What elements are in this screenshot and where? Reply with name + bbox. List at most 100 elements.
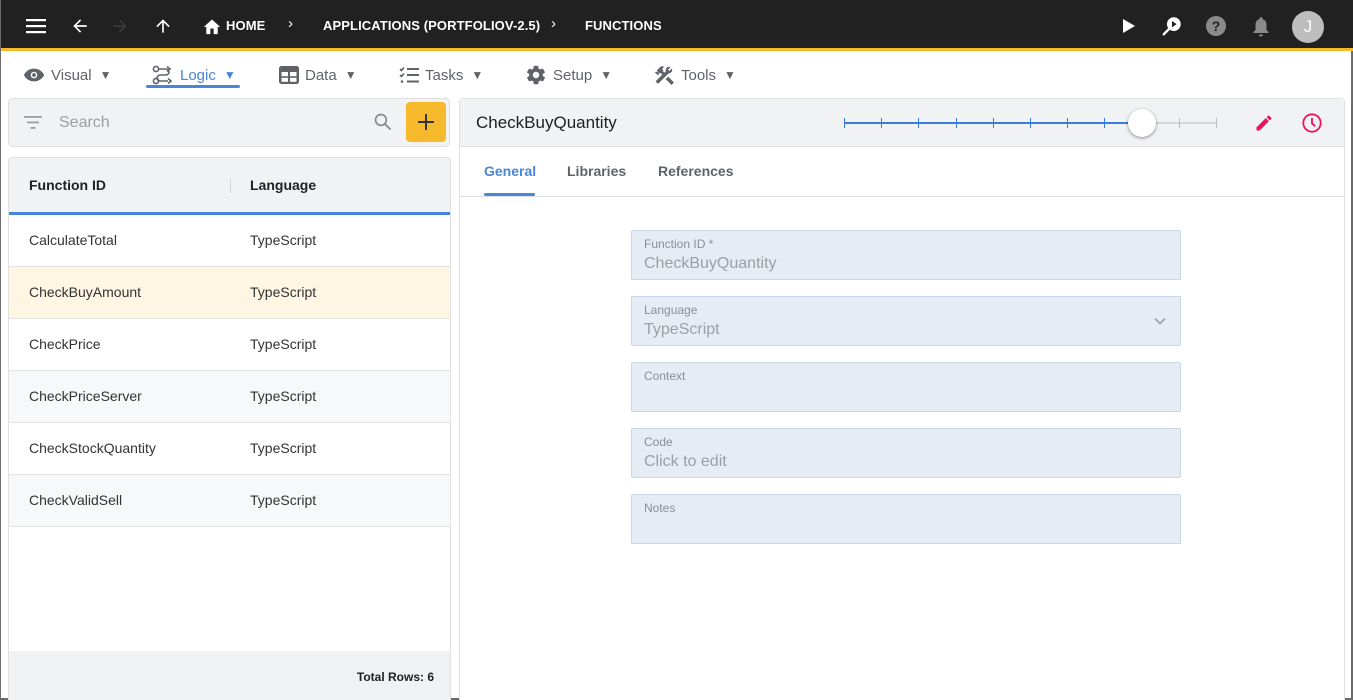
field-label: Context [644,369,686,383]
add-function-button[interactable] [406,102,446,142]
breadcrumb-separator-icon: › [551,15,556,32]
column-header-function-id[interactable]: Function ID [29,177,106,193]
slider-tick [881,118,883,128]
slider-tick [1067,118,1069,128]
table-row[interactable]: CheckStockQuantity TypeScript [9,423,450,475]
menu-data-label: Data [305,66,337,84]
forward-arrow-icon[interactable] [107,13,133,39]
context-field[interactable]: Context [631,362,1181,412]
cell-language: TypeScript [250,440,317,456]
table-grid-icon [279,66,299,84]
cell-function-id: CheckBuyAmount [29,284,142,300]
cell-function-id: CheckPriceServer [29,388,142,404]
record-title: CheckBuyQuantity [476,113,617,132]
chevron-down-icon[interactable] [1152,313,1168,334]
menu-setup-label: Setup [553,66,593,84]
slider-tick [1216,118,1217,128]
active-tab-indicator [484,193,535,196]
cell-function-id: CalculateTotal [29,232,117,248]
field-label: Language [644,303,698,317]
menu-logic-label: Logic [180,66,216,84]
slider-tick [918,118,920,128]
slider-tick [992,118,994,128]
search-icon[interactable] [373,112,393,137]
search-input[interactable] [59,111,359,135]
slider-thumb[interactable] [1127,109,1156,137]
slider-tick [955,118,957,128]
up-arrow-icon[interactable] [150,13,176,39]
menu-data[interactable]: Data ▼ [279,61,357,89]
breadcrumb-separator-icon: › [288,15,293,32]
slider-tick [1178,118,1180,128]
tools-icon [654,66,674,85]
search-bar [8,98,450,147]
play-icon[interactable] [1116,13,1142,39]
slider-tick [844,118,845,128]
home-icon[interactable] [199,13,225,39]
cell-language: TypeScript [250,232,317,248]
functions-list: Function ID Language CalculateTotal Type… [8,157,451,700]
field-value: TypeScript [644,321,720,338]
menu-tools[interactable]: Tools ▼ [653,61,736,89]
filter-icon[interactable] [23,113,43,136]
cell-function-id: CheckStockQuantity [29,440,156,456]
plus-icon [418,114,434,130]
slider-tick [1030,118,1031,128]
table-row[interactable]: CheckPrice TypeScript [9,319,450,371]
breadcrumb-home[interactable]: HOME [226,18,265,33]
total-rows: Total Rows: 6 [356,670,434,684]
edit-icon[interactable] [1252,111,1276,135]
code-field[interactable]: Code Click to edit [631,428,1181,478]
language-select[interactable]: Language TypeScript [631,296,1181,346]
cell-language: TypeScript [250,336,317,352]
table-row[interactable]: CheckPriceServer TypeScript [9,371,450,423]
field-value: CheckBuyQuantity [644,255,777,272]
help-icon[interactable]: ? [1203,13,1229,39]
search-play-icon[interactable] [1159,13,1185,39]
logic-flow-icon [152,65,173,85]
notes-field[interactable]: Notes [631,494,1181,544]
user-avatar[interactable]: J [1292,11,1324,43]
table-row[interactable]: CalculateTotal TypeScript [9,215,450,267]
main-menu-bar: Visual ▼ Logic ▼ Data ▼ Tasks ▼ Setup ▼ … [1,51,1353,145]
caret-down-icon: ▼ [724,68,736,82]
table-row-selected[interactable]: CheckBuyAmount TypeScript [9,267,450,319]
bell-icon[interactable] [1248,13,1274,39]
history-slider[interactable] [844,109,1217,137]
tab-libraries[interactable]: Libraries [567,163,626,179]
table-row[interactable]: CheckValidSell TypeScript [9,475,450,527]
history-clock-icon[interactable] [1300,111,1324,135]
back-arrow-icon[interactable] [67,13,93,39]
active-menu-indicator [146,85,240,88]
breadcrumb-applications[interactable]: APPLICATIONS (PORTFOLIOV-2.5) [323,18,540,33]
caret-down-icon: ▼ [223,68,236,82]
field-label: Code [644,435,673,449]
list-header: Function ID Language [9,158,450,215]
menu-icon[interactable] [23,13,49,39]
menu-tasks-label: Tasks [425,66,464,84]
cell-language: TypeScript [250,284,317,300]
caret-down-icon: ▼ [344,68,357,82]
tab-references[interactable]: References [658,163,734,179]
svg-text:?: ? [1212,18,1221,34]
cell-language: TypeScript [250,388,317,404]
function-id-field[interactable]: Function ID * CheckBuyQuantity [631,230,1181,280]
list-footer: Total Rows: 6 [9,651,450,700]
caret-down-icon: ▼ [600,68,613,82]
cell-function-id: CheckPrice [29,336,101,352]
column-divider[interactable] [230,179,231,193]
menu-tasks[interactable]: Tasks ▼ [399,61,483,89]
checklist-icon [399,66,419,83]
cell-function-id: CheckValidSell [29,492,123,508]
cell-language: TypeScript [250,492,317,508]
detail-tabs: General Libraries References [460,147,1344,197]
field-label: Notes [644,501,676,515]
menu-visual[interactable]: Visual ▼ [23,61,111,89]
column-header-language[interactable]: Language [250,177,316,193]
gear-icon [527,65,545,85]
detail-header: CheckBuyQuantity [460,99,1344,147]
tab-general[interactable]: General [484,163,536,179]
detail-panel: CheckBuyQuantity General Libraries Refer… [459,98,1345,700]
breadcrumb-functions[interactable]: FUNCTIONS [585,18,662,33]
menu-setup[interactable]: Setup ▼ [525,61,612,89]
